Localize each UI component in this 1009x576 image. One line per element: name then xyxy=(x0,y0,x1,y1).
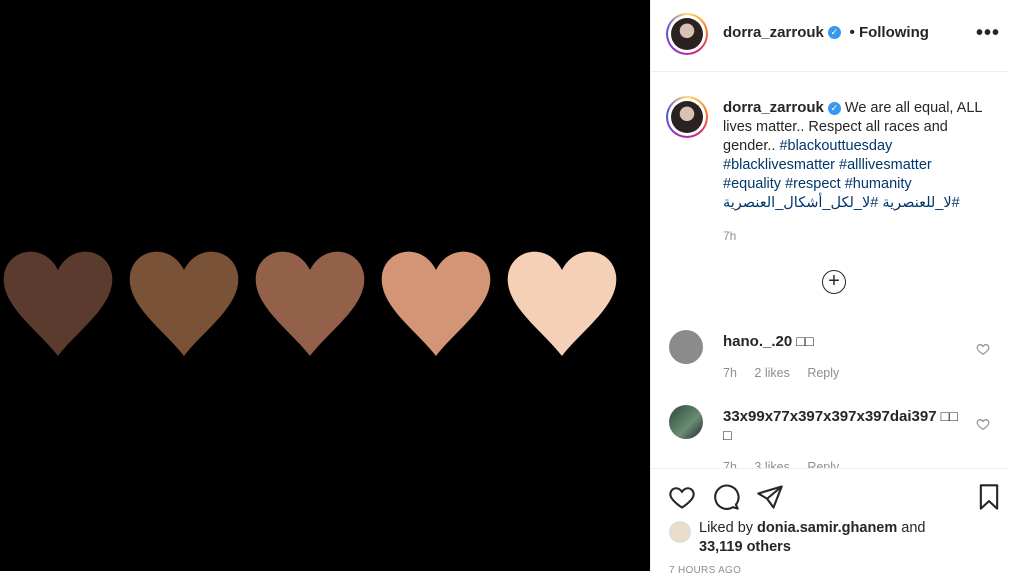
comment-reply-button[interactable]: Reply xyxy=(807,460,839,468)
liker-avatar[interactable] xyxy=(669,521,691,543)
hashtag-link[interactable]: #blacklivesmatter xyxy=(723,157,835,173)
comment-bubble-icon[interactable] xyxy=(712,483,740,511)
commenter-username[interactable]: hano._.20 xyxy=(723,333,792,350)
caption-author-avatar[interactable] xyxy=(666,96,708,138)
caption-timestamp[interactable]: 7h xyxy=(723,227,993,246)
comment-time[interactable]: 7h xyxy=(723,366,737,380)
hashtag-link[interactable]: #لا_للعنصرية xyxy=(882,195,959,211)
comment-like-heart-icon[interactable] xyxy=(976,342,990,356)
comment-text: □□ xyxy=(796,334,814,350)
hashtag-link[interactable]: #humanity xyxy=(845,176,912,192)
author-username[interactable]: dorra_zarrouk xyxy=(723,24,824,41)
hearts-graphic xyxy=(0,251,617,359)
liked-by-prefix: Liked by xyxy=(699,520,754,536)
save-bookmark-icon[interactable] xyxy=(975,483,1003,511)
hashtag-link[interactable]: #alllivesmatter xyxy=(839,157,932,173)
liked-by-text: Liked by donia.samir.ghanem and 33,119 o… xyxy=(699,519,926,557)
post-actions-footer: Liked by donia.samir.ghanem and 33,119 o… xyxy=(651,468,1009,576)
likes-count[interactable]: 33,119 others xyxy=(699,539,791,555)
commenter-username[interactable]: 33x99x77x397x397x397dai397 xyxy=(723,408,937,425)
following-button[interactable]: Following xyxy=(859,24,929,41)
hashtag-link[interactable]: #لا_لكل_أشكال_العنصرية xyxy=(723,195,878,211)
more-options-icon[interactable]: ••• xyxy=(976,22,1000,45)
caption-verified-badge-icon: ✓ xyxy=(827,101,841,115)
header-author-line: dorra_zarrouk ✓ • Following xyxy=(723,24,929,42)
share-paper-plane-icon[interactable] xyxy=(756,483,784,511)
comment-meta: 7h 3 likes Reply xyxy=(723,460,853,468)
hashtag-link[interactable]: #blackouttuesday xyxy=(779,138,892,154)
comment-body: 33x99x77x397x397x397dai397 □□ □ xyxy=(723,407,963,446)
post-side-panel: dorra_zarrouk ✓ • Following ••• dorra_zarr… xyxy=(650,0,1009,576)
hashtag-link[interactable]: #respect xyxy=(785,176,841,192)
post-image[interactable] xyxy=(0,0,650,571)
comment-reply-button[interactable]: Reply xyxy=(807,366,839,380)
liked-by-username[interactable]: donia.samir.ghanem xyxy=(757,520,897,536)
comment-likes[interactable]: 3 likes xyxy=(754,460,789,468)
verified-badge-icon: ✓ xyxy=(827,26,841,40)
instagram-post-view: dorra_zarrouk ✓ • Following ••• dorra_zarr… xyxy=(0,0,1009,576)
post-header: dorra_zarrouk ✓ • Following ••• xyxy=(651,0,1009,72)
comment-time[interactable]: 7h xyxy=(723,460,737,468)
comments-scroll-area[interactable]: dorra_zarrouk ✓ We are all equal, ALL liv… xyxy=(651,72,1009,468)
author-avatar[interactable] xyxy=(666,13,708,55)
like-heart-icon[interactable] xyxy=(668,483,696,511)
comment-body: hano._.20 □□ xyxy=(723,332,963,352)
comment-like-heart-icon[interactable] xyxy=(976,417,990,431)
comment-meta: 7h 2 likes Reply xyxy=(723,366,853,380)
commenter-avatar[interactable] xyxy=(669,405,703,439)
comment-likes[interactable]: 2 likes xyxy=(754,366,789,380)
post-caption: dorra_zarrouk ✓ We are all equal, ALL liv… xyxy=(723,98,993,246)
load-more-comments-icon[interactable]: + xyxy=(822,270,846,294)
hashtag-link[interactable]: #equality xyxy=(723,176,781,192)
liked-by-and: and xyxy=(901,520,926,536)
commenter-avatar[interactable] xyxy=(669,330,703,364)
header-separator: • xyxy=(849,24,855,41)
caption-author-username[interactable]: dorra_zarrouk xyxy=(723,99,824,116)
